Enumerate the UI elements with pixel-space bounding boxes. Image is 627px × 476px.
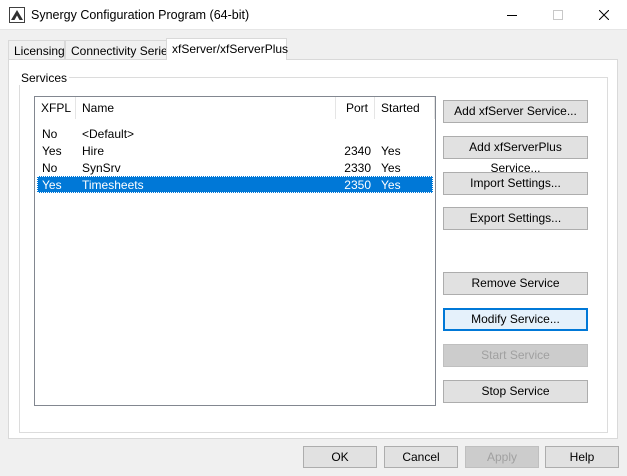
column-header-port[interactable]: Port bbox=[336, 97, 375, 119]
table-row[interactable]: No <Default> bbox=[37, 125, 433, 142]
close-button[interactable] bbox=[581, 0, 627, 30]
add-xfserverplus-service-button[interactable]: Add xfServerPlus Service... bbox=[443, 136, 588, 175]
cell-started: Yes bbox=[381, 161, 401, 175]
cell-name: Timesheets bbox=[82, 178, 144, 192]
cell-xfpl: No bbox=[42, 127, 58, 141]
tab-xfserver-xfserverplus[interactable]: xfServer/xfServerPlus bbox=[166, 38, 288, 60]
add-xfserver-service-button[interactable]: Add xfServer Service... bbox=[443, 100, 588, 123]
ok-button[interactable]: OK bbox=[303, 446, 377, 468]
table-row-selected[interactable]: Yes Timesheets 2350 Yes bbox=[37, 176, 433, 193]
maximize-icon bbox=[553, 10, 563, 20]
list-header: XFPL Name Port Started bbox=[35, 97, 435, 119]
tab-strip: Licensing Connectivity Series xfServer/x… bbox=[0, 38, 627, 60]
cell-xfpl: Yes bbox=[42, 144, 62, 158]
cell-name: <Default> bbox=[82, 127, 135, 141]
cell-xfpl: Yes bbox=[42, 178, 62, 192]
column-header-started[interactable]: Started bbox=[375, 97, 435, 119]
cell-xfpl: No bbox=[42, 161, 58, 175]
cancel-button[interactable]: Cancel bbox=[384, 446, 458, 468]
tab-connectivity-series[interactable]: Connectivity Series bbox=[65, 40, 174, 59]
remove-service-button[interactable]: Remove Service bbox=[443, 272, 588, 295]
table-row[interactable]: Yes Hire 2340 Yes bbox=[37, 142, 433, 159]
start-service-button: Start Service bbox=[443, 344, 588, 367]
column-header-name[interactable]: Name bbox=[76, 97, 336, 119]
services-list[interactable]: XFPL Name Port Started No <Default> Yes … bbox=[34, 96, 436, 406]
export-settings-button[interactable]: Export Settings... bbox=[443, 207, 588, 230]
cell-started: Yes bbox=[381, 144, 401, 158]
app-icon bbox=[9, 7, 25, 23]
cell-port: 2350 bbox=[344, 178, 371, 192]
services-group-label: Services bbox=[19, 71, 70, 85]
cell-port: 2340 bbox=[344, 144, 371, 158]
apply-button: Apply bbox=[465, 446, 539, 468]
window-title: Synergy Configuration Program (64-bit) bbox=[31, 8, 250, 22]
modify-service-button[interactable]: Modify Service... bbox=[443, 308, 588, 331]
cell-started: Yes bbox=[381, 178, 401, 192]
column-header-xfpl[interactable]: XFPL bbox=[35, 97, 76, 119]
cell-name: Hire bbox=[82, 144, 105, 158]
minimize-button[interactable] bbox=[489, 0, 535, 30]
tab-licensing[interactable]: Licensing bbox=[8, 40, 65, 59]
minimize-icon bbox=[507, 15, 517, 16]
import-settings-button[interactable]: Import Settings... bbox=[443, 172, 588, 195]
stop-service-button[interactable]: Stop Service bbox=[443, 380, 588, 403]
cell-port: 2330 bbox=[344, 161, 371, 175]
table-row[interactable]: No SynSrv 2330 Yes bbox=[37, 159, 433, 176]
help-button[interactable]: Help bbox=[545, 446, 619, 468]
close-icon bbox=[599, 10, 609, 20]
maximize-button bbox=[535, 0, 581, 30]
title-bar: Synergy Configuration Program (64-bit) bbox=[0, 0, 627, 30]
cell-name: SynSrv bbox=[82, 161, 121, 175]
